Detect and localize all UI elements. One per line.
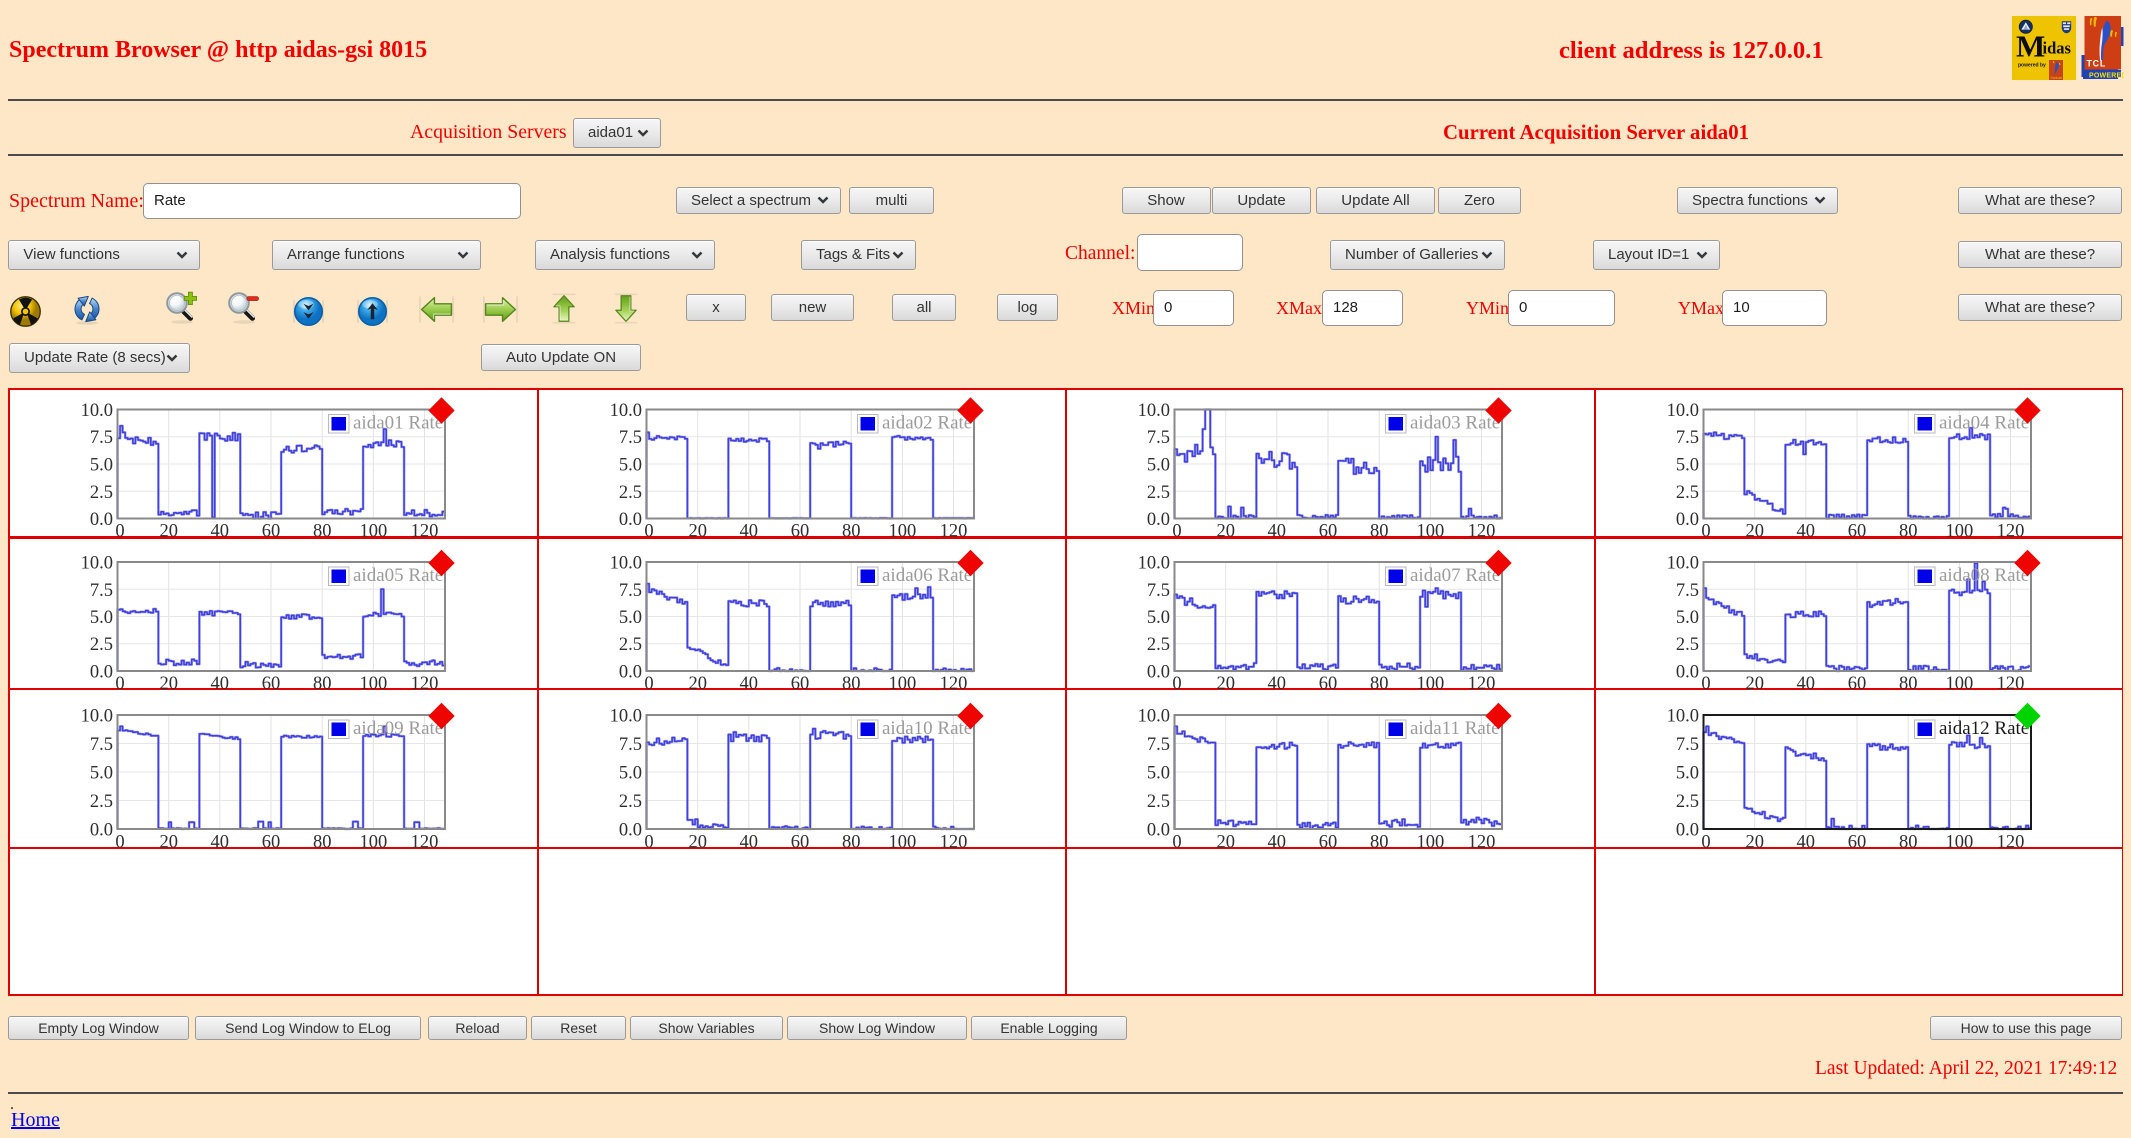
svg-text:10.0: 10.0	[1138, 401, 1170, 421]
svg-text:2.5: 2.5	[618, 483, 641, 503]
svg-text:2.5: 2.5	[1675, 792, 1698, 812]
svg-text:2.5: 2.5	[1147, 792, 1170, 812]
svg-text:0.0: 0.0	[1675, 510, 1698, 530]
svg-text:2.5: 2.5	[1675, 483, 1698, 503]
svg-text:10.0: 10.0	[1138, 706, 1170, 726]
svg-text:0.0: 0.0	[90, 510, 113, 530]
svg-text:5.0: 5.0	[90, 456, 113, 476]
svg-text:5.0: 5.0	[618, 608, 641, 628]
svg-text:7.5: 7.5	[1147, 581, 1170, 601]
svg-text:0.0: 0.0	[90, 820, 113, 840]
svg-text:aida06 Rate: aida06 Rate	[882, 565, 972, 586]
svg-text:SunLab: SunLab	[2051, 76, 2063, 80]
svg-text:7.5: 7.5	[1675, 581, 1698, 601]
svg-text:2.5: 2.5	[90, 792, 113, 812]
svg-text:7.5: 7.5	[618, 735, 641, 755]
svg-text:aida08 Rate: aida08 Rate	[1939, 565, 2029, 586]
svg-text:2.5: 2.5	[90, 635, 113, 655]
svg-text:10.0: 10.0	[609, 706, 641, 726]
svg-text:10.0: 10.0	[1138, 554, 1170, 574]
svg-text:2.5: 2.5	[618, 635, 641, 655]
svg-text:10.0: 10.0	[1666, 401, 1698, 421]
svg-text:0.0: 0.0	[1147, 820, 1170, 840]
svg-text:5.0: 5.0	[618, 456, 641, 476]
svg-text:7.5: 7.5	[90, 735, 113, 755]
svg-text:2.5: 2.5	[1147, 483, 1170, 503]
svg-text:idas: idas	[2043, 39, 2072, 58]
svg-text:10.0: 10.0	[609, 401, 641, 421]
svg-text:TCL: TCL	[2087, 59, 2107, 69]
svg-text:0.0: 0.0	[618, 663, 641, 683]
svg-text:0.0: 0.0	[1675, 663, 1698, 683]
svg-text:10.0: 10.0	[1666, 706, 1698, 726]
svg-text:0.0: 0.0	[618, 820, 641, 840]
svg-text:aida10 Rate: aida10 Rate	[882, 718, 972, 739]
svg-text:0.0: 0.0	[90, 663, 113, 683]
svg-text:5.0: 5.0	[1675, 608, 1698, 628]
svg-text:POWERED: POWERED	[2089, 72, 2124, 79]
svg-text:5.0: 5.0	[90, 608, 113, 628]
svg-text:0.0: 0.0	[1147, 663, 1170, 683]
svg-text:aida03 Rate: aida03 Rate	[1410, 413, 1500, 434]
svg-text:5.0: 5.0	[1147, 456, 1170, 476]
svg-text:2.5: 2.5	[90, 483, 113, 503]
svg-text:powered by: powered by	[2018, 63, 2046, 69]
svg-text:aida12 Rate: aida12 Rate	[1939, 718, 2029, 739]
svg-text:0.0: 0.0	[618, 510, 641, 530]
svg-text:7.5: 7.5	[90, 581, 113, 601]
svg-text:7.5: 7.5	[618, 581, 641, 601]
svg-text:10.0: 10.0	[81, 401, 113, 421]
svg-text:7.5: 7.5	[1675, 735, 1698, 755]
svg-text:10.0: 10.0	[81, 554, 113, 574]
svg-text:5.0: 5.0	[618, 763, 641, 783]
svg-text:2.5: 2.5	[618, 792, 641, 812]
svg-text:5.0: 5.0	[1675, 763, 1698, 783]
svg-text:10.0: 10.0	[609, 554, 641, 574]
svg-text:2.5: 2.5	[1675, 635, 1698, 655]
svg-text:7.5: 7.5	[1147, 735, 1170, 755]
svg-text:aida11 Rate: aida11 Rate	[1410, 718, 1500, 739]
svg-text:7.5: 7.5	[90, 428, 113, 448]
svg-text:aida01 Rate: aida01 Rate	[353, 413, 443, 434]
svg-text:7.5: 7.5	[1147, 428, 1170, 448]
svg-text:2.5: 2.5	[1147, 635, 1170, 655]
svg-text:aida04 Rate: aida04 Rate	[1939, 413, 2029, 434]
svg-text:5.0: 5.0	[1147, 763, 1170, 783]
svg-text:7.5: 7.5	[1675, 428, 1698, 448]
svg-text:aida07 Rate: aida07 Rate	[1410, 565, 1500, 586]
svg-text:0.0: 0.0	[1675, 820, 1698, 840]
svg-text:5.0: 5.0	[1147, 608, 1170, 628]
svg-text:10.0: 10.0	[1666, 554, 1698, 574]
svg-text:aida02 Rate: aida02 Rate	[882, 413, 972, 434]
svg-text:aida09 Rate: aida09 Rate	[353, 718, 443, 739]
svg-text:5.0: 5.0	[90, 763, 113, 783]
svg-text:5.0: 5.0	[1675, 456, 1698, 476]
svg-text:0.0: 0.0	[1147, 510, 1170, 530]
svg-text:7.5: 7.5	[618, 428, 641, 448]
svg-text:M: M	[2016, 29, 2045, 64]
svg-text:aida05 Rate: aida05 Rate	[353, 565, 443, 586]
svg-text:10.0: 10.0	[81, 706, 113, 726]
